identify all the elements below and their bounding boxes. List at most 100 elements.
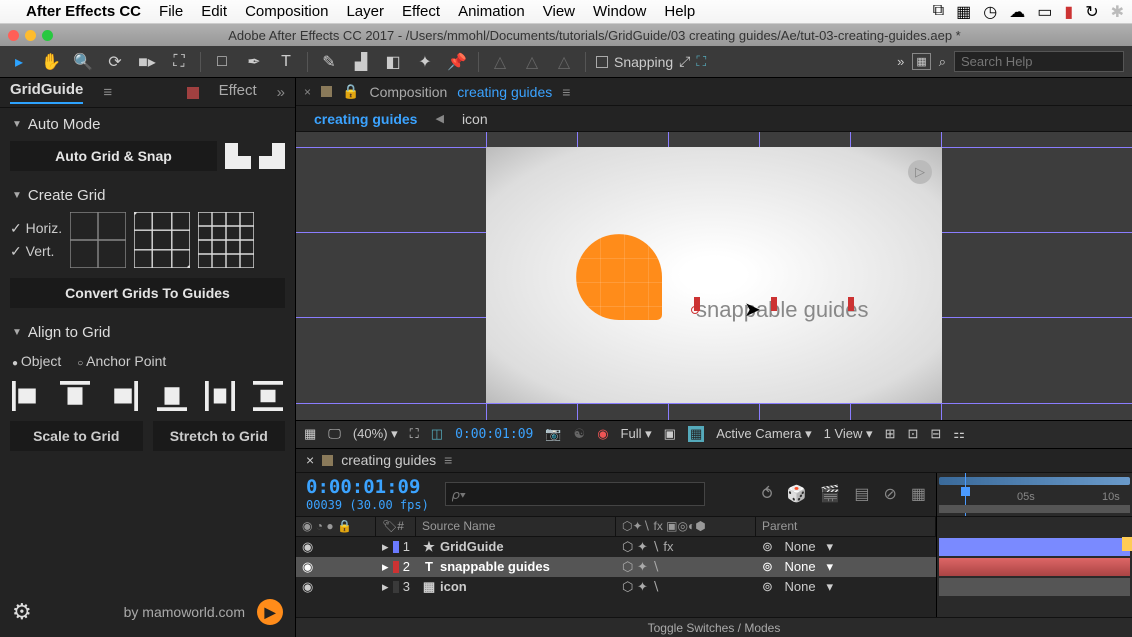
status-icon[interactable]: ▦ (956, 2, 971, 22)
current-time[interactable]: 0:00:01:09 (455, 427, 533, 442)
layer-name[interactable]: GridGuide (440, 539, 504, 554)
marker-icon[interactable] (1122, 537, 1132, 551)
tab-gridguide[interactable]: GridGuide (10, 81, 83, 104)
work-area-bar[interactable] (939, 505, 1130, 513)
lock-icon[interactable]: 🔒 (342, 83, 359, 100)
composition-canvas[interactable] (486, 147, 942, 403)
tl-option-icon[interactable]: ⥀ (762, 484, 773, 504)
status-icon[interactable]: ⧉ (933, 2, 944, 22)
tl-option-icon[interactable]: ▦ (911, 484, 926, 504)
align-anchor-radio[interactable]: Anchor Point (77, 353, 166, 369)
status-icon[interactable]: ◷ (983, 2, 997, 22)
align-bottom-icon[interactable] (157, 381, 187, 411)
menu-edit[interactable]: Edit (201, 3, 227, 20)
section-auto-mode[interactable]: Auto Mode (0, 108, 295, 141)
comp-name[interactable]: creating guides (457, 84, 552, 100)
brush-tool-icon[interactable]: ✎ (318, 51, 340, 73)
layer-bar[interactable] (939, 538, 1130, 556)
align-center-h-icon[interactable] (205, 381, 235, 411)
crumb-item[interactable]: creating guides (314, 111, 417, 127)
menu-window[interactable]: Window (593, 3, 646, 20)
text-tool-icon[interactable]: T (275, 51, 297, 73)
panel-menu-icon[interactable]: ≡ (562, 84, 570, 100)
selection-tool-icon[interactable]: ▸ (8, 51, 30, 73)
toggle-switches-button[interactable]: Toggle Switches / Modes (296, 617, 1132, 637)
eraser-tool-icon[interactable]: ◧ (382, 51, 404, 73)
text-layer[interactable]: snappable guides (696, 297, 868, 323)
workspace-icon[interactable]: ▦ (912, 53, 930, 70)
grid-icon[interactable]: ▦ (304, 426, 316, 442)
col-source[interactable]: Source Name (416, 517, 616, 536)
composition-viewer[interactable]: ▷ snappable guides ➤ (296, 132, 1132, 420)
tl-option-icon[interactable]: ⊘ (883, 484, 896, 504)
timeline-row[interactable]: ◉▸ 2T snappable guides⬡ ✦ ∖ ⊚ None ▾ (296, 557, 936, 577)
layer-name[interactable]: icon (440, 579, 467, 594)
scale-to-grid-button[interactable]: Scale to Grid (10, 421, 143, 451)
timeline-row[interactable]: ◉▸ 3▦ icon⬡ ✦ ∖ ⊚ None ▾ (296, 577, 936, 597)
bluetooth-icon[interactable]: ✱ (1111, 2, 1124, 22)
zoom-window[interactable] (42, 30, 53, 41)
layer-name[interactable]: snappable guides (440, 559, 550, 574)
pickwhip-icon[interactable]: ⊚ (762, 559, 773, 575)
icon-layer[interactable] (576, 234, 662, 320)
hand-tool-icon[interactable]: ✋ (40, 51, 62, 73)
checkbox-icon[interactable] (596, 56, 608, 68)
eye-icon[interactable]: ◉ (302, 559, 313, 575)
guide-line[interactable] (296, 403, 1132, 404)
snapshot-icon[interactable]: 📷 (545, 426, 561, 442)
mamoworld-logo-icon[interactable]: ▶ (257, 599, 283, 625)
section-align[interactable]: Align to Grid (0, 316, 295, 349)
close-tab-icon[interactable]: × (304, 85, 311, 99)
convert-grids-button[interactable]: Convert Grids To Guides (10, 278, 285, 308)
camera-dropdown[interactable]: Active Camera ▾ (716, 426, 811, 442)
auto-grid-snap-button[interactable]: Auto Grid & Snap (10, 141, 217, 171)
grid-preset-icon[interactable] (70, 212, 126, 268)
parent-dropdown[interactable]: None ▾ (785, 539, 833, 555)
timeline-row[interactable]: ◉▸ 1★ GridGuide⬡ ✦ ∖ fx⊚ None ▾ (296, 537, 936, 557)
status-icon[interactable]: ▮ (1064, 2, 1073, 22)
eye-icon[interactable]: ◉ (302, 579, 313, 595)
view-option-icon[interactable]: ⚏ (953, 426, 965, 442)
horiz-checkbox[interactable]: Horiz. (10, 220, 62, 237)
pickwhip-icon[interactable]: ⊚ (762, 539, 773, 555)
roto-tool-icon[interactable]: ✦ (414, 51, 436, 73)
rectangle-tool-icon[interactable]: □ (211, 51, 233, 73)
app-menu[interactable]: After Effects CC (26, 3, 141, 20)
zoom-tool-icon[interactable]: 🔍 (72, 51, 94, 73)
camera-tool-icon[interactable]: ■▸ (136, 51, 158, 73)
overflow-icon[interactable]: » (897, 54, 904, 69)
timeline-current-time[interactable]: 0:00:01:09 (306, 476, 429, 498)
status-icon[interactable]: ↻ (1085, 2, 1098, 22)
align-left-icon[interactable] (12, 381, 42, 411)
close-tab-icon[interactable]: × (306, 452, 314, 468)
menu-layer[interactable]: Layer (346, 3, 384, 20)
menu-composition[interactable]: Composition (245, 3, 328, 20)
timeline-search-input[interactable] (445, 482, 705, 506)
orbit-tool-icon[interactable]: ⟳ (104, 51, 126, 73)
menu-effect[interactable]: Effect (402, 3, 440, 20)
channel-icon[interactable]: ☯ (574, 426, 586, 442)
settings-gear-icon[interactable]: ⚙ (12, 599, 32, 625)
clone-tool-icon[interactable]: ▟ (350, 51, 372, 73)
channel-icon[interactable]: ◉ (597, 426, 608, 442)
parent-dropdown[interactable]: None ▾ (785, 579, 833, 595)
pan-behind-tool-icon[interactable]: ⛶ (168, 51, 190, 73)
view-option-icon[interactable]: ⊞ (885, 426, 896, 442)
view-option-icon[interactable]: ⊟ (930, 426, 941, 442)
crumb-item[interactable]: icon (462, 111, 488, 127)
stretch-to-grid-button[interactable]: Stretch to Grid (153, 421, 286, 451)
minimize-window[interactable] (25, 30, 36, 41)
anchor-point-icon[interactable] (691, 306, 699, 314)
snapping-toggle[interactable]: Snapping ⤢ ⛶ (596, 53, 706, 70)
align-top-icon[interactable] (60, 381, 90, 411)
tl-option-icon[interactable]: ▤ (854, 484, 869, 504)
panel-menu-icon[interactable]: ≡ (444, 452, 452, 468)
selection-handle[interactable] (848, 297, 854, 311)
transparency-icon[interactable]: ◫ (431, 426, 443, 442)
snap-option-icon[interactable]: ⛶ (696, 53, 706, 70)
overflow-icon[interactable]: » (277, 84, 285, 101)
tl-option-icon[interactable]: 🎲 (787, 484, 807, 504)
monitor-icon[interactable]: 🖵 (328, 426, 341, 442)
chevron-left-icon[interactable]: ◀ (435, 112, 443, 125)
time-navigator[interactable] (939, 477, 1130, 485)
